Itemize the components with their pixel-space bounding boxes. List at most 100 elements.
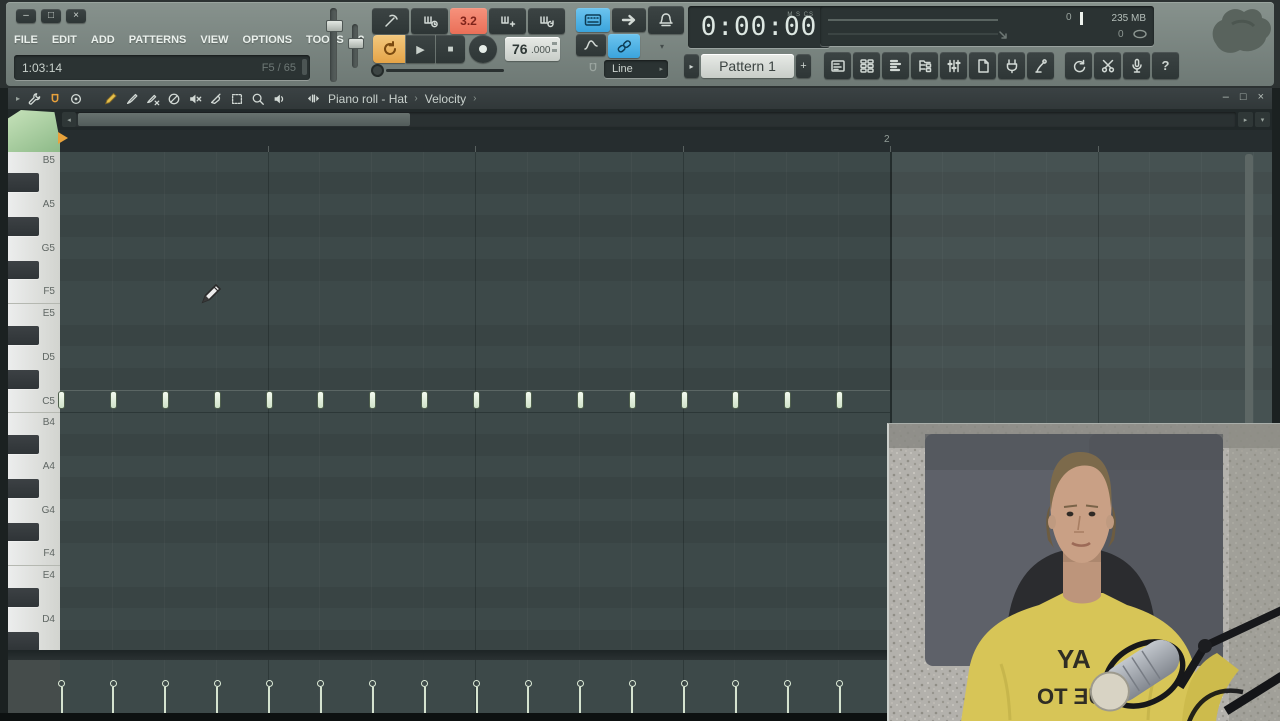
zoom-tool-icon[interactable]: [251, 92, 265, 106]
piano-roll-title[interactable]: Piano roll - Hat: [328, 92, 407, 106]
typing-keyboard-button[interactable]: [576, 8, 610, 32]
song-position-track[interactable]: [386, 69, 504, 72]
velocity-stem[interactable]: [320, 687, 322, 713]
playlist-button[interactable]: [824, 52, 851, 79]
velocity-stem[interactable]: [631, 687, 633, 713]
velocity-stem[interactable]: [216, 687, 218, 713]
countdown-button[interactable]: 3.2: [450, 8, 487, 34]
record-button[interactable]: [469, 35, 497, 63]
pattern-prev-button[interactable]: ▸: [684, 54, 699, 78]
piano-roll-button[interactable]: [882, 52, 909, 79]
velocity-head[interactable]: [525, 680, 532, 687]
step-edit-button[interactable]: [372, 8, 409, 34]
target-lane-label[interactable]: Velocity: [425, 92, 466, 106]
loop-record-button[interactable]: [528, 8, 565, 34]
velocity-head[interactable]: [110, 680, 117, 687]
velocity-head[interactable]: [473, 680, 480, 687]
master-volume-knob[interactable]: [326, 20, 343, 32]
note[interactable]: [266, 391, 273, 409]
note[interactable]: [836, 391, 843, 409]
pattern-selector[interactable]: Pattern 1: [701, 54, 794, 78]
stop-button[interactable]: ■: [436, 35, 465, 63]
playhead-marker[interactable]: [58, 132, 68, 144]
time-display-panel[interactable]: 0:00:00 M S CS: [688, 6, 830, 48]
delete-tool-icon[interactable]: [167, 92, 181, 106]
draw-tool-icon[interactable]: [103, 91, 118, 106]
velocity-head[interactable]: [162, 680, 169, 687]
menu-edit[interactable]: EDIT: [52, 34, 77, 46]
overdub-button[interactable]: [489, 8, 526, 34]
play-button[interactable]: ▶: [406, 35, 435, 63]
piano-key-black[interactable]: [8, 435, 39, 454]
velocity-stem[interactable]: [579, 687, 581, 713]
velocity-stem[interactable]: [683, 687, 685, 713]
typing-to-piano-button[interactable]: [1065, 52, 1092, 79]
song-loop-button[interactable]: [373, 35, 405, 63]
note[interactable]: [369, 391, 376, 409]
paint-tool-icon[interactable]: [125, 92, 139, 106]
menu-add[interactable]: ADD: [91, 34, 115, 46]
paint-drum-tool-icon[interactable]: [146, 92, 160, 106]
piano-key-black[interactable]: [8, 326, 39, 345]
velocity-head[interactable]: [214, 680, 221, 687]
note[interactable]: [473, 391, 480, 409]
maximize-icon[interactable]: □: [1240, 91, 1247, 103]
velocity-stem[interactable]: [787, 687, 789, 713]
piano-key-black[interactable]: [8, 588, 39, 607]
menu-tools[interactable]: TOOLS: [306, 34, 344, 46]
tempo-down-nub[interactable]: [552, 49, 557, 52]
note[interactable]: [629, 391, 636, 409]
song-position-knob[interactable]: [371, 64, 384, 77]
note[interactable]: [110, 391, 117, 409]
select-tool-icon[interactable]: [230, 92, 244, 106]
timeline-ruler[interactable]: 2: [60, 130, 1272, 154]
piano-key-black[interactable]: [8, 632, 39, 651]
tempo-up-nub[interactable]: [552, 42, 557, 45]
browser-button[interactable]: [911, 52, 938, 79]
step-record-arrow-button[interactable]: [612, 8, 646, 32]
velocity-stem[interactable]: [164, 687, 166, 713]
scroll-left-button[interactable]: ◂: [62, 112, 76, 127]
playback-tool-icon[interactable]: [272, 92, 286, 106]
velocity-head[interactable]: [577, 680, 584, 687]
piano-key-black[interactable]: [8, 217, 39, 236]
zoom-toggle-button[interactable]: ▾: [1255, 112, 1270, 127]
target-channel-icon[interactable]: [69, 92, 83, 106]
cut-tool-button[interactable]: [1094, 52, 1121, 79]
piano-roll-corner-handle[interactable]: [8, 110, 62, 152]
window-menu-icon[interactable]: ▸: [16, 94, 20, 103]
note[interactable]: [317, 391, 324, 409]
velocity-head[interactable]: [629, 680, 636, 687]
preview-speaker-icon[interactable]: [306, 92, 321, 105]
options-wrench-icon[interactable]: [27, 92, 41, 106]
loop-record-link-button[interactable]: [608, 34, 640, 58]
note[interactable]: [58, 391, 65, 409]
velocity-head[interactable]: [266, 680, 273, 687]
close-button[interactable]: ×: [66, 9, 86, 23]
velocity-head[interactable]: [58, 680, 65, 687]
menu-patterns[interactable]: PATTERNS: [129, 34, 187, 46]
velocity-stem[interactable]: [61, 687, 63, 713]
tempo-display[interactable]: 76 .000: [505, 37, 560, 61]
piano-key-black[interactable]: [8, 261, 39, 280]
note[interactable]: [681, 391, 688, 409]
velocity-stem[interactable]: [476, 687, 478, 713]
master-pitch-knob[interactable]: [348, 38, 364, 49]
maximize-button[interactable]: □: [41, 9, 61, 23]
note[interactable]: [732, 391, 739, 409]
snap-selector[interactable]: Line ▸: [604, 60, 668, 78]
touch-controller-button[interactable]: [1027, 52, 1054, 79]
project-notes-button[interactable]: [969, 52, 996, 79]
menu-view[interactable]: VIEW: [200, 34, 228, 46]
velocity-stem[interactable]: [112, 687, 114, 713]
menu-file[interactable]: FILE: [14, 34, 38, 46]
note[interactable]: [577, 391, 584, 409]
velocity-stem[interactable]: [424, 687, 426, 713]
horizontal-scrollbar-thumb[interactable]: [78, 113, 410, 126]
channel-rack-button[interactable]: [853, 52, 880, 79]
help-button[interactable]: ?: [1152, 52, 1179, 79]
velocity-stem[interactable]: [527, 687, 529, 713]
velocity-stem[interactable]: [372, 687, 374, 713]
velocity-stem[interactable]: [839, 687, 841, 713]
menu-options[interactable]: OPTIONS: [243, 34, 293, 46]
